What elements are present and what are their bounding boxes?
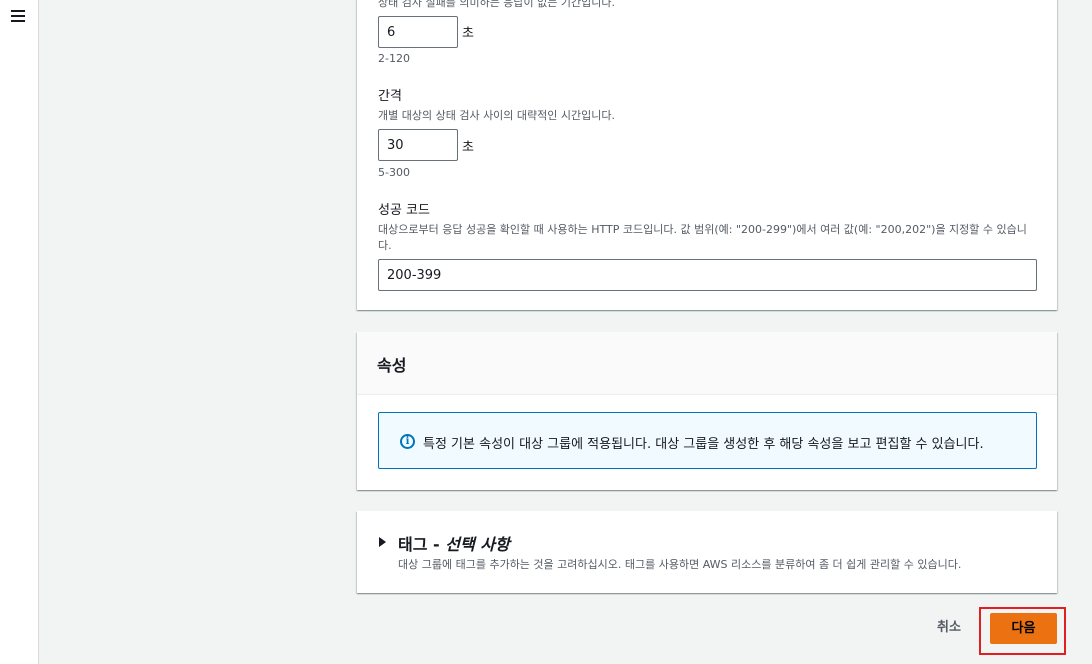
tags-card: 태그 - 선택 사항 대상 그룹에 태그를 추가하는 것을 고려하십시오. 태그… [357,511,1057,593]
success-codes-description-wrap: 다. [378,239,392,252]
timeout-description: 상태 검사 실패를 의미하는 응답이 없는 기간입니다. [378,0,615,9]
attributes-header: 속성 [357,332,1057,395]
timeout-range: 2-120 [378,52,410,65]
health-check-card: 상태 검사 실패를 의미하는 응답이 없는 기간입니다. 초 2-120 간격 … [357,0,1057,310]
attributes-title: 속성 [377,356,407,375]
attributes-info-text: 특정 기본 속성이 대상 그룹에 적용됩니다. 대상 그룹을 생성한 후 해당 … [423,437,984,452]
interval-input[interactable] [378,129,458,161]
tags-title-optional: 선택 사항 [445,535,510,554]
hamburger-menu-icon[interactable] [11,10,25,22]
attributes-info-alert: i 특정 기본 속성이 대상 그룹에 적용됩니다. 대상 그룹을 생성한 후 해… [378,412,1037,469]
caret-right-icon[interactable] [379,537,386,547]
interval-unit: 초 [462,140,474,155]
left-navigation-rail [0,0,39,664]
success-codes-label: 성공 코드 [378,203,430,218]
interval-label: 간격 [378,89,402,104]
attributes-card: 속성 i 특정 기본 속성이 대상 그룹에 적용됩니다. 대상 그룹을 생성한 … [357,332,1057,490]
success-codes-description: 대상으로부터 응답 성공을 확인할 때 사용하는 HTTP 코드입니다. 값 범… [378,223,1027,236]
timeout-input[interactable] [378,16,458,48]
interval-range: 5-300 [378,166,410,179]
info-icon: i [400,434,415,449]
interval-description: 개별 대상의 상태 검사 사이의 대략적인 시간입니다. [378,109,615,122]
tags-expand-toggle[interactable]: 태그 - 선택 사항 [398,531,510,555]
tags-title-main: 태그 - [398,535,446,554]
cancel-button[interactable]: 취소 [924,613,974,643]
tags-description: 대상 그룹에 태그를 추가하는 것을 고려하십시오. 태그를 사용하면 AWS … [398,558,962,571]
next-button[interactable]: 다음 [990,613,1057,644]
timeout-unit: 초 [462,26,474,41]
success-codes-input[interactable] [378,259,1037,291]
